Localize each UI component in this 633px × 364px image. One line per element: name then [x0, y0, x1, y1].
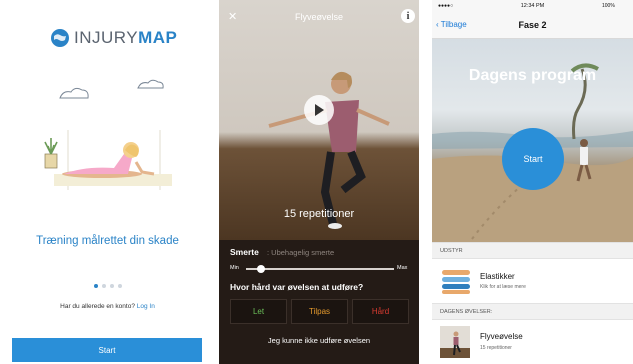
logo-text: INJURYMAP: [74, 28, 178, 47]
play-icon[interactable]: [304, 95, 334, 125]
nav-title: Fase 2: [518, 20, 547, 30]
yoga-illustration: [44, 79, 172, 190]
slider-max-label: Max: [397, 265, 408, 271]
pain-slider[interactable]: [246, 268, 394, 270]
difficulty-question: Hvor hård var øvelsen at udføre?: [230, 282, 364, 292]
equipment-header: UDSTYR: [432, 242, 633, 259]
intro-screen: INJURYMAP Træning målrettet din skade Ha…: [0, 0, 215, 364]
exercise-row[interactable]: Flyveøvelse 15 repetitioner: [432, 320, 633, 364]
page-dot[interactable]: [117, 284, 122, 288]
nav-bar: ‹ Tilbage Fase 2: [432, 13, 633, 39]
hero-title: Dagens program: [468, 67, 597, 84]
exercise-thumbnail: [440, 326, 470, 358]
status-bar: ●●●●○ 12:34 PM 100%: [432, 0, 633, 13]
battery-level: 100%: [602, 3, 615, 9]
intro-title: Træning målrettet din skade: [36, 235, 179, 247]
equipment-subtitle: Klik for at læse mere: [480, 284, 526, 290]
equipment-row[interactable]: Elastikker Klik for at læse mere: [432, 259, 633, 303]
exercise-title: Flyveøvelse: [480, 332, 523, 341]
pain-description: : Ubehagelig smerte: [267, 248, 335, 257]
pain-slider-thumb[interactable]: [256, 265, 265, 273]
slider-min-label: Min: [230, 265, 239, 271]
pain-label: Smerte: [230, 247, 259, 257]
page-indicator: [0, 275, 215, 293]
difficulty-medium-button[interactable]: Tilpas: [291, 299, 348, 324]
info-icon[interactable]: i: [401, 9, 415, 23]
exercise-screen: ✕ Flyveøvelse i 15 repetitioner Smerte :…: [219, 0, 419, 364]
login-link[interactable]: Log In: [137, 303, 155, 310]
resistance-band-icon: [442, 270, 470, 294]
injurymap-logo: INJURYMAP: [50, 28, 177, 48]
globe-icon: [51, 29, 69, 47]
program-screen: ●●●●○ 12:34 PM 100% ‹ Tilbage Fase 2 Dag…: [432, 0, 633, 364]
start-program-button[interactable]: Start: [502, 128, 564, 190]
page-dot[interactable]: [101, 284, 106, 288]
repetitions-label: 15 repetitioner: [283, 208, 355, 220]
difficulty-easy-button[interactable]: Let: [230, 299, 287, 324]
exercise-title: Flyveøvelse: [294, 12, 343, 22]
difficulty-hard-button[interactable]: Hård: [352, 299, 409, 324]
exercises-header: DAGENS ØVELSER:: [432, 303, 633, 320]
exercise-subtitle: 15 repetitioner: [480, 345, 512, 351]
login-prompt: Har du allerede en konto? Log In: [60, 303, 155, 310]
page-dot[interactable]: [109, 284, 114, 288]
equipment-title: Elastikker: [480, 272, 515, 281]
cannot-perform-link[interactable]: Jeg kunne ikke udføre øvelsen: [219, 336, 419, 345]
start-button[interactable]: Start: [12, 338, 202, 362]
page-dot[interactable]: [93, 284, 98, 288]
